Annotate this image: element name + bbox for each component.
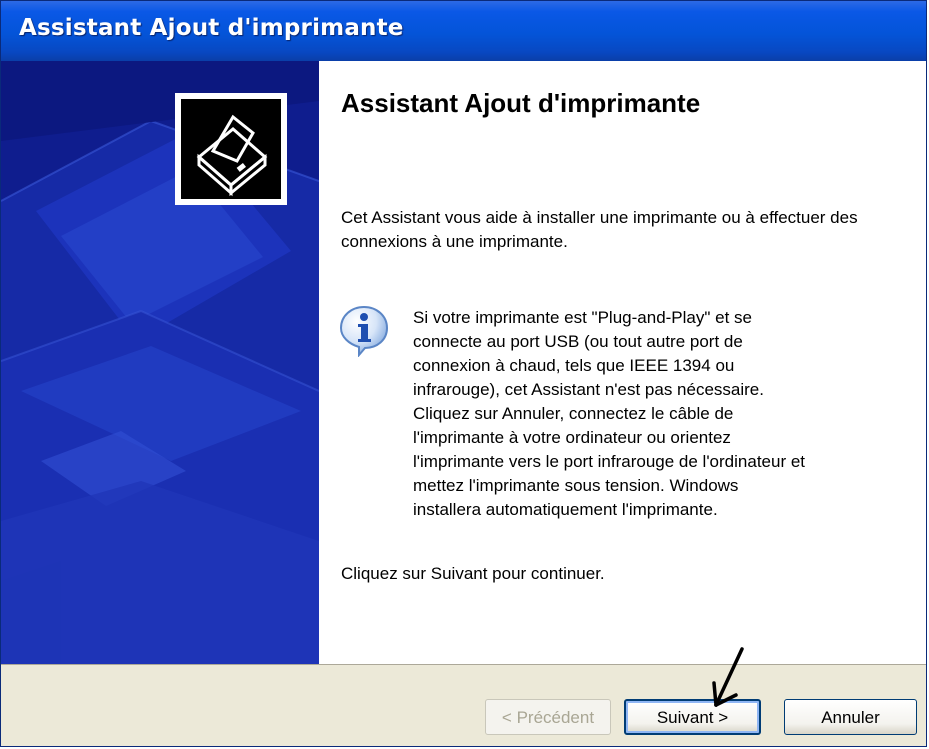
wizard-heading: Assistant Ajout d'imprimante (341, 88, 701, 118)
wizard-content: Assistant Ajout d'imprimante Cet Assista… (319, 61, 926, 664)
info-line: installera automatiquement l'imprimante. (413, 500, 718, 519)
info-line: l'imprimante à votre ordinateur ou orien… (413, 428, 731, 447)
info-line: l'imprimante vers le port infrarouge de … (413, 452, 806, 471)
info-line: Cliquez sur Annuler, connectez le câble … (413, 404, 734, 423)
title-bar[interactable]: Assistant Ajout d'imprimante (1, 1, 926, 61)
intro-text: Cet Assistant vous aide à installer une … (341, 208, 858, 251)
wizard-side-banner (1, 61, 319, 664)
continue-instruction: Cliquez sur Suivant pour continuer. (341, 564, 605, 583)
hand-drawn-arrow-icon (712, 647, 744, 707)
cancel-button[interactable]: Annuler (784, 699, 917, 735)
info-line: connecte au port USB (ou tout autre port… (413, 332, 743, 351)
button-bar: < Précédent Suivant > Annuler (1, 664, 926, 746)
plug-and-play-info: Si votre imprimante est "Plug-and-Play" … (413, 306, 903, 522)
info-line: Si votre imprimante est "Plug-and-Play" … (413, 308, 752, 327)
info-line: mettez l'imprimante sous tension. Window… (413, 476, 739, 495)
add-printer-wizard-window: Assistant Ajout d'imprimante Assistant A… (0, 0, 927, 747)
info-line: connexion à chaud, tels que IEEE 1394 ou (413, 356, 735, 375)
info-line: infrarouge), cet Assistant n'est pas néc… (413, 380, 764, 399)
info-icon (337, 303, 391, 358)
previous-button[interactable]: < Précédent (485, 699, 611, 735)
printer-icon (175, 93, 287, 205)
window-title: Assistant Ajout d'imprimante (19, 15, 404, 41)
